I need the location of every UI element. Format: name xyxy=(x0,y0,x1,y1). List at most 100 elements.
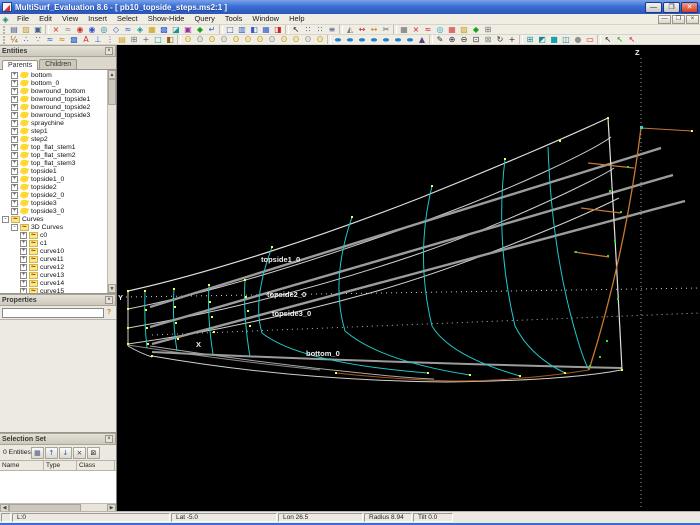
show-planes-icon[interactable]: □ xyxy=(152,35,164,44)
measure-icon[interactable]: ◭ xyxy=(344,25,356,34)
hide-selected-icon[interactable]: ʘ xyxy=(194,35,206,44)
menu-item[interactable]: Window xyxy=(247,14,284,24)
close-button[interactable]: ✕ xyxy=(681,1,698,13)
display-wireframe-icon[interactable]: ⊞ xyxy=(524,35,536,44)
show-selected-icon[interactable]: ʘ xyxy=(182,35,194,44)
toolbar-icon[interactable] xyxy=(45,25,49,34)
select-pointer-icon[interactable]: ↖ xyxy=(290,25,302,34)
properties-filter-icon[interactable]: ? xyxy=(104,308,114,318)
tree-item[interactable]: + curve13 xyxy=(0,271,106,279)
show-normals-icon[interactable]: ⊥ xyxy=(92,35,104,44)
tree-item[interactable]: + step1 xyxy=(0,127,106,135)
hide-all-icon[interactable]: ʘ xyxy=(266,35,278,44)
expander-icon[interactable]: + xyxy=(11,87,18,95)
toolbar-icon[interactable] xyxy=(597,35,601,44)
mdi-close-button[interactable]: × xyxy=(686,14,699,24)
invert-visibility-icon[interactable]: ʘ xyxy=(278,35,290,44)
tree-item[interactable]: + topside2 xyxy=(0,183,106,191)
expander-icon[interactable]: + xyxy=(20,279,27,287)
tile-horizontal-icon[interactable]: ▥ xyxy=(236,25,248,34)
show-beads-icon[interactable]: ∵ xyxy=(32,35,44,44)
expander-icon[interactable]: + xyxy=(11,111,18,119)
surface-label-topside1[interactable]: topside1_0 xyxy=(261,255,300,264)
show-points-icon[interactable]: ∴ xyxy=(20,35,32,44)
expander-icon[interactable]: + xyxy=(11,175,18,183)
tree-item[interactable]: + bowround_bottom xyxy=(0,87,106,95)
isolate-icon[interactable]: ʘ xyxy=(290,35,302,44)
display-clipping-icon[interactable]: ▭ xyxy=(584,35,596,44)
expander-icon[interactable]: + xyxy=(11,119,18,127)
pointer-add-icon[interactable]: ↖ xyxy=(614,35,626,44)
expander-icon[interactable]: + xyxy=(20,271,27,279)
delete-entity-icon[interactable]: × xyxy=(50,25,62,34)
expander-icon[interactable]: - xyxy=(2,215,9,223)
tree-item[interactable]: + bowround_topside3 xyxy=(0,111,106,119)
expander-icon[interactable]: + xyxy=(11,199,18,207)
remove-item-icon[interactable]: × xyxy=(72,446,86,459)
tree-item[interactable]: + step2 xyxy=(0,135,106,143)
move-down-icon[interactable]: ↓ xyxy=(58,446,72,459)
toolbar-icon[interactable] xyxy=(177,35,181,44)
grid-icon[interactable]: ▦ xyxy=(398,25,410,34)
tree-item[interactable]: + curve12 xyxy=(0,263,106,271)
ccurve-icon[interactable]: ◈ xyxy=(134,25,146,34)
move-up-icon[interactable]: ↑ xyxy=(44,446,58,459)
show-ticks-icon[interactable]: ⋮ xyxy=(104,35,116,44)
texture-icon[interactable]: ▧ xyxy=(458,25,470,34)
show-children-icon[interactable]: ʘ xyxy=(242,35,254,44)
expander-icon[interactable]: + xyxy=(20,287,27,293)
display-shaded-icon[interactable]: ◩ xyxy=(536,35,548,44)
zoom-extents-icon[interactable]: ⊠ xyxy=(482,35,494,44)
tree-item[interactable]: + spraychine xyxy=(0,119,106,127)
expander-icon[interactable]: + xyxy=(11,183,18,191)
close-window-icon[interactable]: ◨ xyxy=(272,25,284,34)
expander-icon[interactable]: + xyxy=(11,143,18,151)
pointer-select-icon[interactable]: ↖ xyxy=(602,35,614,44)
tree-item[interactable]: + bottom xyxy=(0,71,106,79)
column-header[interactable]: Name xyxy=(0,461,44,470)
show-labels-icon[interactable]: A xyxy=(80,35,92,44)
tile-vertical-icon[interactable]: ◧ xyxy=(248,25,260,34)
tree-item[interactable]: + curve14 xyxy=(0,279,106,287)
show-parents-icon[interactable]: ʘ xyxy=(230,35,242,44)
expander-icon[interactable]: + xyxy=(11,103,18,111)
expander-icon[interactable]: + xyxy=(20,231,27,239)
columns-icon[interactable]: ▦ xyxy=(30,446,44,459)
expander-icon[interactable]: + xyxy=(20,239,27,247)
variable-icon[interactable]: ↵ xyxy=(206,25,218,34)
show-curves-icon[interactable]: ≈ xyxy=(44,35,56,44)
surface-label-topside3[interactable]: topside3_0 xyxy=(272,309,311,318)
toolbar-icon[interactable] xyxy=(327,35,331,44)
expander-icon[interactable]: + xyxy=(11,159,18,167)
view-side-icon[interactable]: ● xyxy=(356,37,368,43)
pan-view-icon[interactable]: + xyxy=(506,35,518,44)
expander-icon[interactable]: - xyxy=(11,223,18,231)
new-window-icon[interactable]: □ xyxy=(224,25,236,34)
clear-all-icon[interactable]: ⊠ xyxy=(86,446,100,459)
scroll-up-icon[interactable]: ▲ xyxy=(108,70,116,79)
view-perspective-icon[interactable]: ● xyxy=(404,37,416,43)
toolbar-drag-handle[interactable] xyxy=(3,35,6,44)
expander-icon[interactable]: + xyxy=(20,255,27,263)
bcurve-icon[interactable]: ≈ xyxy=(122,25,134,34)
tree-item[interactable]: + top_flat_stem3 xyxy=(0,159,106,167)
magnet-icon[interactable]: ◇ xyxy=(110,25,122,34)
new-file-icon[interactable]: ▤ xyxy=(8,25,20,34)
show-axes-icon[interactable]: + xyxy=(140,35,152,44)
step-offset-lines[interactable] xyxy=(149,146,686,369)
menu-item[interactable]: Insert xyxy=(83,14,112,24)
menu-item[interactable]: Query xyxy=(189,14,219,24)
tree-item[interactable]: + bowround_topside2 xyxy=(0,103,106,111)
expander-icon[interactable]: + xyxy=(11,71,18,79)
show-grid-icon[interactable]: ⊞ xyxy=(128,35,140,44)
frame-icon[interactable]: ▣ xyxy=(182,25,194,34)
tree-item[interactable]: + curve11 xyxy=(0,255,106,263)
hide-last-icon[interactable]: ʘ xyxy=(314,35,326,44)
surface-tool-icon[interactable]: ▩ xyxy=(158,25,170,34)
select-fence-icon[interactable]: ∷ xyxy=(302,25,314,34)
show-unselected-icon[interactable]: ʘ xyxy=(206,35,218,44)
minimize-button[interactable]: — xyxy=(645,1,662,13)
zoom-window-icon[interactable]: ⊡ xyxy=(470,35,482,44)
expander-icon[interactable]: + xyxy=(11,135,18,143)
tree-item[interactable]: + top_flat_stem2 xyxy=(0,151,106,159)
